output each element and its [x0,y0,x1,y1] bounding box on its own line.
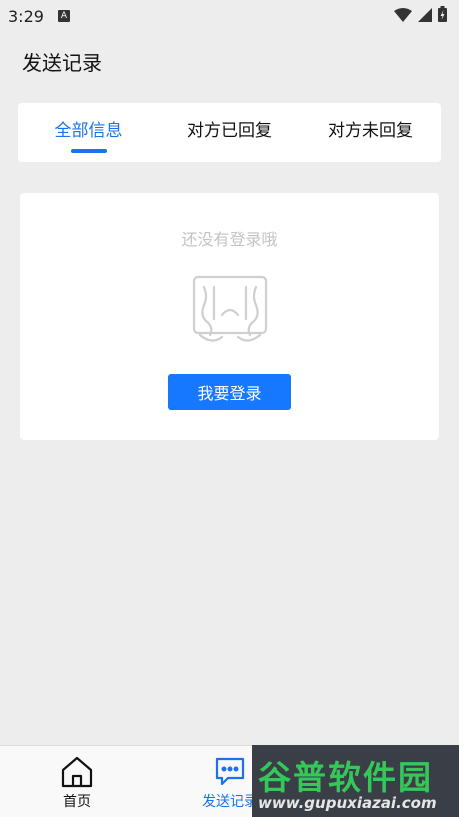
watermark-url: www.gupuxiazai.com [258,794,437,812]
wifi-icon [394,7,412,26]
empty-state-card: 还没有登录哦 我要登录 [20,193,439,440]
tab-label: 全部信息 [54,121,123,141]
empty-state-message: 还没有登录哦 [181,230,278,249]
home-icon [60,756,94,792]
tab-label: 对方已回复 [187,121,272,141]
nav-label: 首页 [63,794,91,810]
crying-face-icon [192,275,268,345]
cell-signal-icon [418,7,432,26]
notification-icon: A [57,10,70,22]
battery-icon [438,6,447,26]
page-title: 发送记录 [22,51,102,75]
tab-all-messages[interactable]: 全部信息 [18,103,159,162]
tab-label: 对方未回复 [328,121,413,141]
status-icons [394,6,447,26]
status-bar: 3:29 A [0,0,459,32]
nav-item-home[interactable]: 首页 [22,746,132,817]
watermark-title: 谷普软件园 [258,758,433,797]
watermark: 谷普软件园 www.gupuxiazai.com [252,745,459,817]
message-icon [214,756,246,790]
tab-bar: 全部信息 对方已回复 对方未回复 [18,103,441,162]
tab-active-indicator [70,149,107,153]
status-time: 3:29 [8,6,44,26]
tab-replied[interactable]: 对方已回复 [159,103,300,162]
login-button[interactable]: 我要登录 [168,374,291,410]
tab-not-replied[interactable]: 对方未回复 [300,103,441,162]
